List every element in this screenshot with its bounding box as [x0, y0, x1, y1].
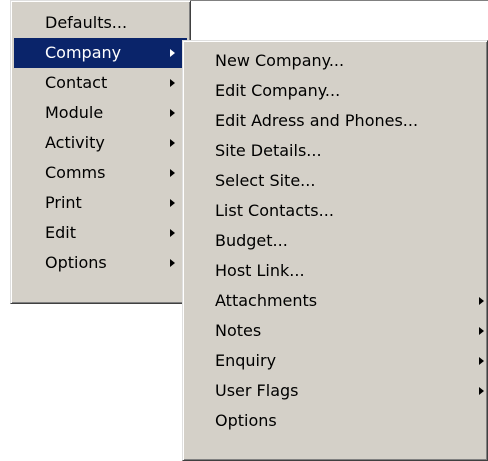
menu-item-label: Attachments	[215, 291, 318, 310]
menu-item-label: Options	[45, 253, 107, 272]
menu-item-print[interactable]: Print	[14, 188, 187, 218]
background-window-strip	[191, 0, 488, 40]
menu-item-label: Enquiry	[215, 351, 277, 370]
submenu-item-list-contacts[interactable]: List Contacts...	[186, 196, 484, 226]
submenu-arrow-icon	[170, 109, 175, 117]
menu-item-label: Print	[45, 193, 82, 212]
submenu-item-budget[interactable]: Budget...	[186, 226, 484, 256]
menu-item-label: Edit Adress and Phones...	[215, 111, 419, 130]
submenu-item-select-site[interactable]: Select Site...	[186, 166, 484, 196]
submenu-item-new-company[interactable]: New Company...	[186, 46, 484, 76]
submenu-item-enquiry[interactable]: Enquiry	[186, 346, 484, 376]
menu-item-label: Select Site...	[215, 171, 316, 190]
submenu-item-user-flags[interactable]: User Flags	[186, 376, 484, 406]
menu-item-module[interactable]: Module	[14, 98, 187, 128]
menu-item-label: List Contacts...	[215, 201, 334, 220]
main-context-menu: Defaults... Company Contact Module Activ…	[10, 0, 191, 304]
submenu-arrow-icon	[479, 327, 484, 335]
submenu-item-host-link[interactable]: Host Link...	[186, 256, 484, 286]
submenu-arrow-icon	[170, 49, 175, 57]
menu-item-label: Edit	[45, 223, 76, 242]
submenu-item-edit-company[interactable]: Edit Company...	[186, 76, 484, 106]
menu-item-label: Budget...	[215, 231, 288, 250]
menu-item-label: New Company...	[215, 51, 345, 70]
menu-item-activity[interactable]: Activity	[14, 128, 187, 158]
submenu-arrow-icon	[170, 259, 175, 267]
menu-item-label: Company	[45, 43, 122, 62]
company-submenu: New Company... Edit Company... Edit Adre…	[182, 40, 488, 461]
menu-item-label: User Flags	[215, 381, 299, 400]
menu-item-options[interactable]: Options	[14, 248, 187, 278]
submenu-arrow-icon	[479, 357, 484, 365]
submenu-arrow-icon	[170, 79, 175, 87]
menu-item-label: Comms	[45, 163, 106, 182]
menu-item-company[interactable]: Company	[14, 38, 187, 68]
submenu-arrow-icon	[170, 199, 175, 207]
menu-item-label: Edit Company...	[215, 81, 341, 100]
submenu-item-edit-address-phones[interactable]: Edit Adress and Phones...	[186, 106, 484, 136]
submenu-item-site-details[interactable]: Site Details...	[186, 136, 484, 166]
submenu-arrow-icon	[479, 297, 484, 305]
submenu-item-notes[interactable]: Notes	[186, 316, 484, 346]
submenu-item-attachments[interactable]: Attachments	[186, 286, 484, 316]
menu-item-defaults[interactable]: Defaults...	[14, 8, 187, 38]
menu-item-comms[interactable]: Comms	[14, 158, 187, 188]
menu-item-contact[interactable]: Contact	[14, 68, 187, 98]
menu-item-label: Host Link...	[215, 261, 305, 280]
submenu-arrow-icon	[479, 387, 484, 395]
menu-item-label: Module	[45, 103, 104, 122]
menu-item-label: Options	[215, 411, 277, 430]
submenu-arrow-icon	[170, 169, 175, 177]
menu-item-label: Activity	[45, 133, 105, 152]
submenu-arrow-icon	[170, 139, 175, 147]
submenu-item-options[interactable]: Options	[186, 406, 484, 436]
menu-item-label: Site Details...	[215, 141, 322, 160]
menu-item-label: Contact	[45, 73, 108, 92]
menu-item-label: Defaults...	[45, 13, 128, 32]
menu-item-label: Notes	[215, 321, 262, 340]
menu-item-edit[interactable]: Edit	[14, 218, 187, 248]
submenu-arrow-icon	[170, 229, 175, 237]
